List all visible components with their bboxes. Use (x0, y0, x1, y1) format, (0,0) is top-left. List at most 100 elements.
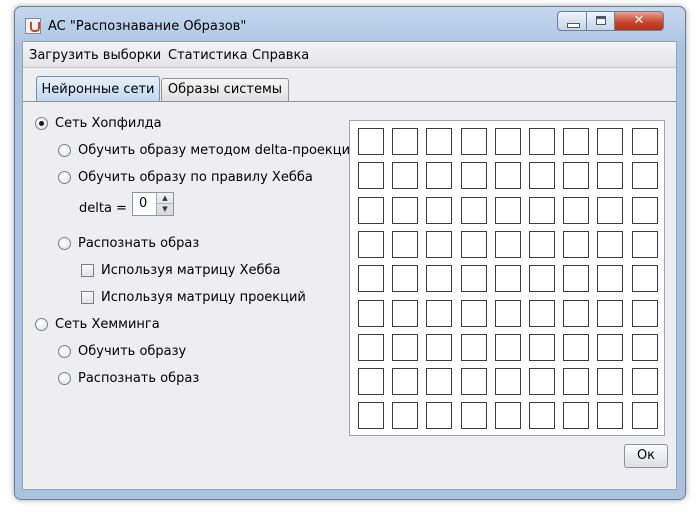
grid-cell[interactable] (461, 197, 487, 224)
delta-value[interactable]: 0 (139, 196, 147, 211)
grid-cell[interactable] (495, 300, 521, 327)
grid-cell[interactable] (461, 231, 487, 258)
hamming-recognize-radio[interactable] (58, 371, 71, 385)
hopfield-recognize-option[interactable]: Распознать образ (58, 234, 199, 252)
grid-cell[interactable] (426, 265, 452, 292)
grid-cell[interactable] (529, 265, 555, 292)
grid-cell[interactable] (597, 265, 623, 292)
grid-cell[interactable] (632, 265, 658, 292)
grid-cell[interactable] (358, 197, 384, 224)
grid-cell[interactable] (392, 402, 418, 429)
grid-cell[interactable] (632, 231, 658, 258)
grid-cell[interactable] (529, 197, 555, 224)
grid-cell[interactable] (461, 368, 487, 395)
grid-cell[interactable] (495, 162, 521, 189)
grid-cell[interactable] (358, 300, 384, 327)
grid-cell[interactable] (597, 197, 623, 224)
grid-cell[interactable] (529, 162, 555, 189)
hopfield-radio-option[interactable]: Сеть Хопфилда (35, 114, 162, 132)
grid-cell[interactable] (563, 300, 589, 327)
grid-cell[interactable] (632, 334, 658, 361)
grid-cell[interactable] (563, 265, 589, 292)
grid-cell[interactable] (426, 300, 452, 327)
train-hebb-radio[interactable] (58, 170, 71, 184)
grid-cell[interactable] (632, 128, 658, 155)
grid-cell[interactable] (495, 231, 521, 258)
grid-cell[interactable] (632, 162, 658, 189)
hamming-train-option[interactable]: Обучить образу (58, 342, 186, 360)
grid-cell[interactable] (392, 334, 418, 361)
grid-cell[interactable] (632, 300, 658, 327)
grid-cell[interactable] (529, 128, 555, 155)
train-hebb-option[interactable]: Обучить образу по правилу Хебба (58, 168, 313, 186)
grid-cell[interactable] (495, 334, 521, 361)
grid-cell[interactable] (461, 162, 487, 189)
ok-button[interactable]: Ок (624, 444, 668, 468)
grid-cell[interactable] (563, 128, 589, 155)
grid-cell[interactable] (529, 300, 555, 327)
grid-cell[interactable] (461, 128, 487, 155)
grid-cell[interactable] (495, 265, 521, 292)
grid-cell[interactable] (563, 368, 589, 395)
hamming-recognize-option[interactable]: Распознать образ (58, 369, 199, 387)
grid-cell[interactable] (358, 231, 384, 258)
menu-statistics[interactable]: Статистика (168, 48, 248, 63)
grid-cell[interactable] (597, 368, 623, 395)
delta-spinner[interactable]: 0 ▲ ▼ (132, 192, 174, 216)
grid-cell[interactable] (563, 402, 589, 429)
grid-cell[interactable] (495, 128, 521, 155)
grid-cell[interactable] (563, 334, 589, 361)
title-bar[interactable]: AC "Распознавание Образов" ✕ (15, 7, 685, 41)
use-hebb-matrix-checkbox[interactable] (81, 263, 94, 277)
use-hebb-matrix-option[interactable]: Используя матрицу Хебба (81, 261, 280, 279)
grid-cell[interactable] (597, 334, 623, 361)
grid-cell[interactable] (358, 334, 384, 361)
grid-cell[interactable] (426, 162, 452, 189)
hopfield-recognize-radio[interactable] (58, 236, 71, 250)
grid-cell[interactable] (358, 162, 384, 189)
grid-cell[interactable] (495, 368, 521, 395)
grid-cell[interactable] (597, 402, 623, 429)
train-delta-option[interactable]: Обучить образу методом delta-проекций (58, 141, 359, 159)
grid-cell[interactable] (392, 162, 418, 189)
grid-cell[interactable] (461, 300, 487, 327)
use-projection-matrix-option[interactable]: Используя матрицу проекций (81, 288, 306, 306)
grid-cell[interactable] (597, 128, 623, 155)
hamming-radio[interactable] (35, 317, 48, 331)
grid-cell[interactable] (426, 231, 452, 258)
minimize-button[interactable] (557, 11, 587, 31)
grid-cell[interactable] (392, 197, 418, 224)
tab-neural-networks[interactable]: Нейронные сети (36, 76, 160, 102)
grid-cell[interactable] (495, 402, 521, 429)
menu-help[interactable]: Справка (252, 48, 309, 63)
hamming-radio-option[interactable]: Сеть Хемминга (35, 315, 160, 333)
grid-cell[interactable] (563, 162, 589, 189)
grid-cell[interactable] (529, 368, 555, 395)
grid-cell[interactable] (392, 368, 418, 395)
grid-cell[interactable] (597, 231, 623, 258)
grid-cell[interactable] (495, 197, 521, 224)
spinner-down-icon[interactable]: ▼ (157, 204, 173, 215)
grid-cell[interactable] (426, 402, 452, 429)
grid-cell[interactable] (426, 128, 452, 155)
grid-cell[interactable] (529, 334, 555, 361)
grid-cell[interactable] (461, 334, 487, 361)
spinner-up-icon[interactable]: ▲ (157, 193, 173, 204)
grid-cell[interactable] (563, 197, 589, 224)
grid-cell[interactable] (597, 162, 623, 189)
hopfield-radio[interactable] (35, 116, 48, 130)
grid-cell[interactable] (426, 197, 452, 224)
grid-cell[interactable] (392, 300, 418, 327)
grid-cell[interactable] (632, 368, 658, 395)
menu-load-samples[interactable]: Загрузить выборки (29, 48, 161, 63)
grid-cell[interactable] (529, 402, 555, 429)
grid-cell[interactable] (632, 402, 658, 429)
tab-system-patterns[interactable]: Образы системы (161, 78, 289, 102)
grid-cell[interactable] (358, 265, 384, 292)
grid-cell[interactable] (392, 265, 418, 292)
grid-cell[interactable] (597, 300, 623, 327)
hamming-train-radio[interactable] (58, 344, 71, 358)
grid-cell[interactable] (358, 368, 384, 395)
grid-cell[interactable] (358, 128, 384, 155)
grid-cell[interactable] (392, 231, 418, 258)
